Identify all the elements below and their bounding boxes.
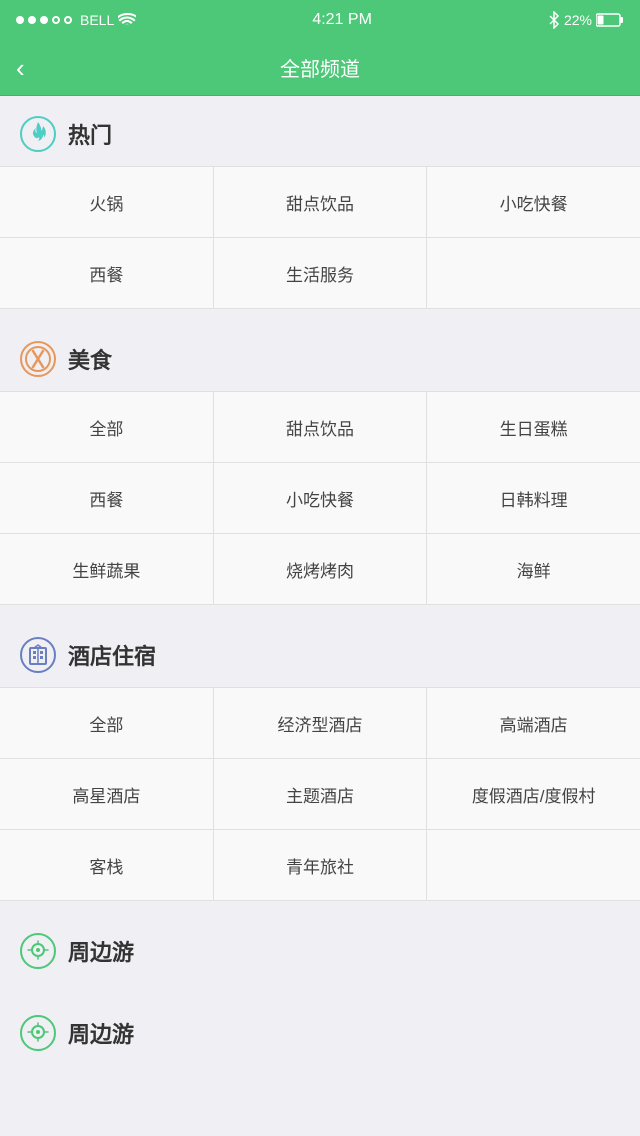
bluetooth-icon (548, 11, 560, 29)
list-item[interactable]: 西餐 (0, 238, 214, 308)
hot-icon (20, 116, 56, 152)
battery-percent: 22% (564, 12, 592, 28)
signal-dot-4 (52, 16, 60, 24)
status-left: BELL (16, 12, 136, 28)
signal-dot-5 (64, 16, 72, 24)
list-item[interactable]: 火锅 (0, 167, 214, 237)
list-item[interactable]: 经济型酒店 (214, 688, 428, 758)
section-title-travel: 周边游 (68, 935, 134, 967)
section-header-travel: 周边游 (0, 913, 640, 983)
section-travel-partial: 周边游 (0, 995, 640, 1065)
list-item[interactable]: 日韩料理 (427, 463, 640, 533)
list-item[interactable]: 度假酒店/度假村 (427, 759, 640, 829)
carrier-label: BELL (80, 12, 114, 28)
signal-dot-1 (16, 16, 24, 24)
list-item[interactable]: 小吃快餐 (427, 167, 640, 237)
table-row: 生鲜蔬果烧烤烤肉海鲜 (0, 533, 640, 605)
list-item[interactable]: 生鲜蔬果 (0, 534, 214, 604)
section-hot: 热门火锅甜点饮品小吃快餐西餐生活服务 (0, 96, 640, 309)
table-row: 火锅甜点饮品小吃快餐 (0, 166, 640, 237)
signal-dot-3 (40, 16, 48, 24)
page-title: 全部频道 (280, 53, 360, 82)
status-bar: BELL 4:21 PM 22% (0, 0, 640, 40)
grid-hot: 火锅甜点饮品小吃快餐西餐生活服务 (0, 166, 640, 309)
section-travel: 周边游 (0, 913, 640, 983)
travel-icon (20, 1015, 56, 1051)
list-item[interactable]: 甜点饮品 (214, 167, 428, 237)
list-item[interactable]: 海鲜 (427, 534, 640, 604)
list-item[interactable]: 生活服务 (214, 238, 428, 308)
section-food: 美食全部甜点饮品生日蛋糕西餐小吃快餐日韩料理生鲜蔬果烧烤烤肉海鲜 (0, 321, 640, 605)
list-item[interactable]: 高星酒店 (0, 759, 214, 829)
status-right: 22% (548, 11, 624, 29)
travel-icon (20, 933, 56, 969)
list-item (427, 830, 640, 900)
list-item[interactable]: 甜点饮品 (214, 392, 428, 462)
list-item[interactable]: 小吃快餐 (214, 463, 428, 533)
section-title-travel: 周边游 (68, 1017, 134, 1049)
section-header-hot: 热门 (0, 96, 640, 166)
list-item (427, 238, 640, 308)
section-hotel: 酒店住宿全部经济型酒店高端酒店高星酒店主题酒店度假酒店/度假村客栈青年旅社 (0, 617, 640, 901)
grid-hotel: 全部经济型酒店高端酒店高星酒店主题酒店度假酒店/度假村客栈青年旅社 (0, 687, 640, 901)
status-time: 4:21 PM (312, 11, 372, 29)
table-row: 客栈青年旅社 (0, 829, 640, 901)
list-item[interactable]: 全部 (0, 392, 214, 462)
list-item[interactable]: 客栈 (0, 830, 214, 900)
table-row: 西餐生活服务 (0, 237, 640, 309)
back-button[interactable]: ‹ (16, 55, 25, 81)
list-item[interactable]: 主题酒店 (214, 759, 428, 829)
list-item[interactable]: 生日蛋糕 (427, 392, 640, 462)
list-item[interactable]: 西餐 (0, 463, 214, 533)
table-row: 高星酒店主题酒店度假酒店/度假村 (0, 758, 640, 829)
table-row: 西餐小吃快餐日韩料理 (0, 462, 640, 533)
nav-bar: ‹ 全部频道 (0, 40, 640, 96)
signal-dot-2 (28, 16, 36, 24)
table-row: 全部经济型酒店高端酒店 (0, 687, 640, 758)
section-title-hot: 热门 (68, 118, 112, 150)
content: 热门火锅甜点饮品小吃快餐西餐生活服务 美食全部甜点饮品生日蛋糕西餐小吃快餐日韩料… (0, 96, 640, 1065)
food-icon (20, 341, 56, 377)
wifi-icon (118, 13, 136, 27)
list-item[interactable]: 高端酒店 (427, 688, 640, 758)
section-title-hotel: 酒店住宿 (68, 639, 156, 671)
list-item[interactable]: 烧烤烤肉 (214, 534, 428, 604)
hotel-icon (20, 637, 56, 673)
section-header-food: 美食 (0, 321, 640, 391)
battery-icon (596, 13, 624, 27)
table-row: 全部甜点饮品生日蛋糕 (0, 391, 640, 462)
section-header-hotel: 酒店住宿 (0, 617, 640, 687)
grid-food: 全部甜点饮品生日蛋糕西餐小吃快餐日韩料理生鲜蔬果烧烤烤肉海鲜 (0, 391, 640, 605)
list-item[interactable]: 青年旅社 (214, 830, 428, 900)
section-header-travel: 周边游 (0, 995, 640, 1065)
section-title-food: 美食 (68, 343, 112, 375)
list-item[interactable]: 全部 (0, 688, 214, 758)
